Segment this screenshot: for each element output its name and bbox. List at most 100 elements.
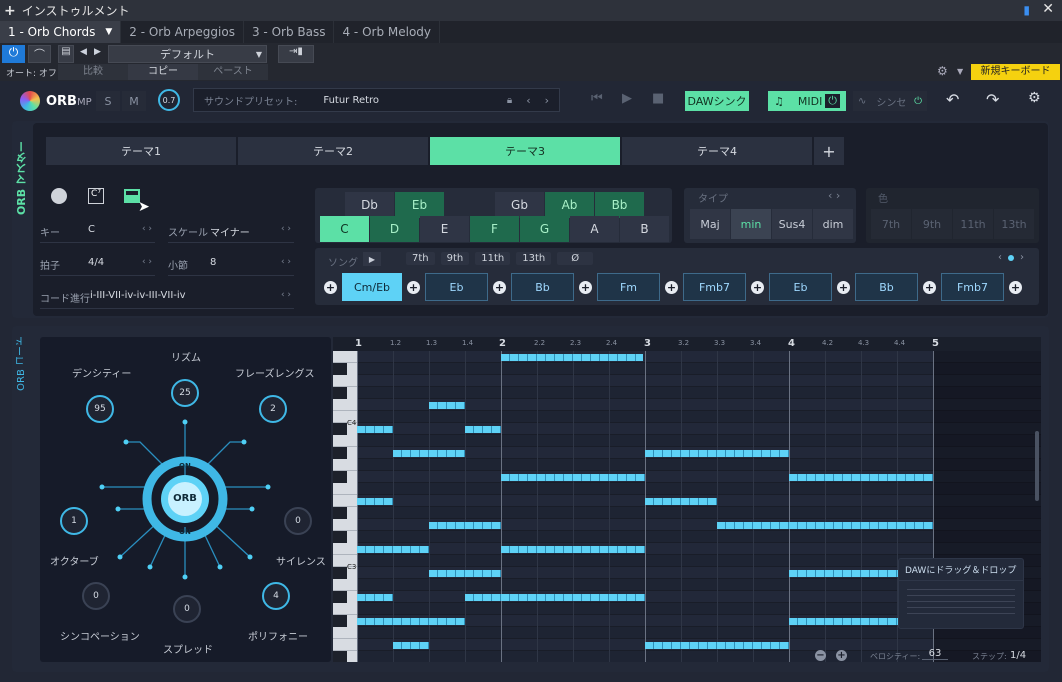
theme-3[interactable]: テーマ3 bbox=[430, 137, 620, 165]
midi-note[interactable] bbox=[393, 618, 465, 625]
copy-button[interactable]: コピー bbox=[128, 64, 198, 80]
tab-orb-melody[interactable]: 4 - Orb Melody bbox=[334, 21, 441, 43]
piano-key[interactable] bbox=[333, 639, 357, 651]
song-ext-11th[interactable]: 11th bbox=[475, 252, 511, 265]
midi-note[interactable] bbox=[393, 450, 465, 457]
type-sus4[interactable]: Sus4 bbox=[772, 209, 812, 239]
ext-9th[interactable]: 9th bbox=[912, 209, 952, 239]
type-dim[interactable]: dim bbox=[813, 209, 853, 239]
midi-toggle[interactable]: ♫ MIDI ⏻ bbox=[768, 91, 846, 111]
sound-preset-value[interactable]: Futur Retro bbox=[323, 95, 379, 106]
zoom-out-icon[interactable]: − bbox=[815, 650, 826, 661]
tab-orb-bass[interactable]: 3 - Orb Bass bbox=[244, 21, 335, 43]
piano-key[interactable] bbox=[333, 627, 357, 639]
midi-note[interactable] bbox=[645, 450, 789, 457]
midi-note[interactable] bbox=[465, 594, 645, 601]
type-nav-icon[interactable]: ‹ › bbox=[828, 189, 840, 202]
step-value[interactable]: 1/4 bbox=[1010, 650, 1026, 661]
chord-slot[interactable]: Fm bbox=[597, 273, 660, 301]
midi-note[interactable] bbox=[357, 618, 393, 625]
midi-note[interactable] bbox=[465, 426, 501, 433]
auto-status[interactable]: オート: オフ bbox=[6, 66, 57, 79]
insert-icon[interactable]: + bbox=[579, 280, 592, 294]
midi-note[interactable] bbox=[501, 546, 645, 553]
orb-on-top[interactable]: ON bbox=[179, 462, 191, 470]
progression-param[interactable]: コード進行 i-III-VII-iv-iv-III-VII-iv ‹ › bbox=[40, 287, 294, 309]
midi-note[interactable] bbox=[429, 522, 501, 529]
chord-slot[interactable]: Cm/Eb bbox=[342, 273, 402, 301]
power-icon[interactable]: ⏻ bbox=[914, 96, 922, 107]
lock-icon[interactable]: 🔒︎ bbox=[507, 95, 512, 106]
piano-key[interactable] bbox=[333, 435, 357, 447]
velocity-value[interactable]: 63 bbox=[922, 648, 948, 660]
key-g[interactable]: G bbox=[520, 216, 569, 242]
chevron-down-icon[interactable]: ▼ bbox=[957, 67, 963, 76]
insert-icon[interactable]: + bbox=[751, 280, 764, 294]
tab-orb-arpeggios[interactable]: 2 - Orb Arpeggios bbox=[121, 21, 244, 43]
chord-slot[interactable]: Eb bbox=[425, 273, 488, 301]
insert-icon[interactable]: + bbox=[837, 280, 850, 294]
solo-button[interactable]: S bbox=[96, 91, 120, 111]
page-dot-icon[interactable] bbox=[1008, 254, 1014, 261]
midi-note[interactable] bbox=[357, 426, 393, 433]
piano-key[interactable] bbox=[333, 591, 347, 603]
key-d[interactable]: D bbox=[370, 216, 419, 242]
chevron-down-icon[interactable]: ▼ bbox=[105, 27, 112, 37]
key-db[interactable]: Db bbox=[345, 192, 394, 218]
piano-key[interactable] bbox=[333, 375, 357, 387]
new-keyboard-button[interactable]: 新規キーボード bbox=[971, 64, 1060, 80]
rhythm-knob[interactable]: 25 bbox=[171, 379, 199, 407]
insert-icon[interactable]: + bbox=[324, 280, 337, 294]
export-icon[interactable]: ⇥▮ bbox=[278, 45, 314, 63]
midi-note[interactable] bbox=[357, 498, 393, 505]
close-icon[interactable]: ✕ bbox=[1042, 1, 1054, 17]
synth-toggle[interactable]: ∿ シンセ ⏻ bbox=[853, 91, 927, 111]
key-c[interactable]: C bbox=[320, 216, 369, 242]
piano-key[interactable] bbox=[333, 363, 347, 375]
preset-list-icon[interactable]: ▤ bbox=[58, 45, 74, 63]
piano-key[interactable] bbox=[333, 423, 347, 435]
prev-preset-icon[interactable]: ◀ bbox=[80, 47, 87, 57]
add-theme-button[interactable]: + bbox=[814, 137, 844, 165]
orb-on-bottom[interactable]: ON bbox=[179, 528, 191, 536]
theme-2[interactable]: テーマ2 bbox=[238, 137, 428, 165]
midi-note[interactable] bbox=[393, 642, 429, 649]
octave-knob[interactable]: 1 bbox=[60, 507, 88, 535]
insert-icon[interactable]: + bbox=[407, 280, 420, 294]
zoom-in-icon[interactable]: + bbox=[836, 650, 847, 661]
undo-icon[interactable]: ↶ bbox=[946, 90, 959, 109]
piano-key[interactable] bbox=[333, 471, 347, 483]
stop-icon[interactable]: ■ bbox=[652, 91, 664, 106]
key-e[interactable]: E bbox=[420, 216, 469, 242]
insert-icon[interactable]: + bbox=[493, 280, 506, 294]
scale-param[interactable]: スケール マイナー ‹ › bbox=[168, 221, 294, 243]
song-ext-9th[interactable]: 9th bbox=[440, 252, 470, 265]
ext-7th[interactable]: 7th bbox=[871, 209, 911, 239]
insert-icon[interactable]: + bbox=[665, 280, 678, 294]
midi-note[interactable] bbox=[645, 498, 717, 505]
midi-note[interactable] bbox=[429, 402, 465, 409]
chord7-mode-icon[interactable]: C⁷ bbox=[88, 188, 104, 204]
tab-orb-chords[interactable]: 1 - Orb Chords ▼ bbox=[0, 21, 122, 43]
insert-icon[interactable]: + bbox=[923, 280, 936, 294]
prev-page-icon[interactable]: ‹ bbox=[998, 252, 1002, 263]
preset-select[interactable]: デフォルト ▼ bbox=[108, 45, 267, 63]
chord-slot[interactable]: Eb bbox=[769, 273, 832, 301]
link-icon[interactable]: ⌒ bbox=[28, 45, 51, 63]
key-f[interactable]: F bbox=[470, 216, 519, 242]
song-ext-7th[interactable]: 7th bbox=[406, 252, 435, 265]
chord-slot[interactable]: Bb bbox=[855, 273, 918, 301]
piano-key[interactable] bbox=[333, 459, 357, 471]
prev-icon[interactable]: ‹ bbox=[526, 94, 530, 107]
density-knob[interactable]: 95 bbox=[86, 395, 114, 423]
ext-13th[interactable]: 13th bbox=[994, 209, 1034, 239]
key-ab[interactable]: Ab bbox=[545, 192, 594, 218]
piano-key[interactable] bbox=[333, 567, 347, 579]
piano-key[interactable] bbox=[333, 651, 347, 662]
piano-key[interactable] bbox=[333, 531, 347, 543]
next-page-icon[interactable]: › bbox=[1020, 252, 1024, 263]
piano-key[interactable] bbox=[333, 507, 347, 519]
scrollbar[interactable] bbox=[1035, 431, 1039, 501]
power-icon[interactable]: ⏻ bbox=[825, 94, 840, 108]
song-ext-half-dim[interactable]: Ø bbox=[557, 252, 594, 265]
